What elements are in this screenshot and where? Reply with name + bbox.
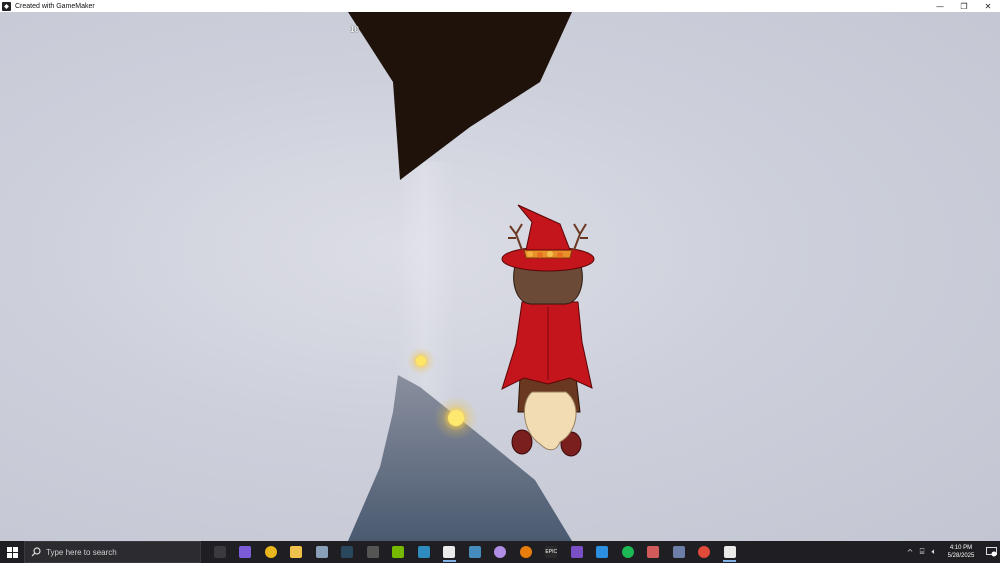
- godot-taskbar-button[interactable]: [462, 541, 488, 563]
- chrome-alt-taskbar-button[interactable]: [692, 541, 718, 563]
- visual-studio-taskbar-button[interactable]: [564, 541, 590, 563]
- witch-player-character: [501, 204, 595, 457]
- clock-time: 4:10 PM: [949, 545, 973, 551]
- taskbar-clock[interactable]: 4:10 PM 5/28/2025: [944, 544, 978, 560]
- windows-taskbar: Type here to search EPIC ^ ⌸ 🔈︎ 4:10 PM …: [0, 541, 1000, 563]
- cloud-app-icon: [647, 546, 660, 558]
- file-explorer-taskbar-button[interactable]: [284, 541, 310, 563]
- discord-icon: [494, 546, 507, 558]
- cloud-app-taskbar-button[interactable]: [641, 541, 667, 563]
- taskbar-search-box[interactable]: Type here to search: [24, 541, 201, 563]
- minimize-button[interactable]: —: [928, 0, 952, 12]
- steam-icon: [341, 546, 354, 558]
- blender-taskbar-button[interactable]: [513, 541, 539, 563]
- window-controls: — ❐ ✕: [928, 0, 1000, 12]
- vscode-icon: [596, 546, 609, 558]
- close-button[interactable]: ✕: [976, 0, 1000, 12]
- visual-studio-icon: [570, 546, 583, 558]
- system-tray: ^ ⌸ 🔈︎ 4:10 PM 5/28/2025: [904, 541, 1000, 563]
- task-view-taskbar-button[interactable]: [207, 541, 233, 563]
- file-explorer-icon: [290, 546, 303, 558]
- files-icon: [315, 546, 328, 558]
- blender-icon: [519, 546, 532, 558]
- restore-button[interactable]: ❐: [952, 0, 976, 12]
- chevron-up-icon[interactable]: ^: [904, 541, 916, 563]
- vscode-taskbar-button[interactable]: [590, 541, 616, 563]
- search-icon: [31, 547, 41, 557]
- glow-orb-small-core: [416, 356, 426, 366]
- window-titlebar: Created with GameMaker — ❐ ✕: [0, 0, 1000, 12]
- search-placeholder: Type here to search: [46, 547, 117, 557]
- nvidia-taskbar-button[interactable]: [386, 541, 412, 563]
- spotify-taskbar-button[interactable]: [615, 541, 641, 563]
- start-button[interactable]: [0, 541, 24, 563]
- chrome-alt-icon: [698, 546, 711, 558]
- nvidia-icon: [392, 546, 405, 558]
- calculator-taskbar-button[interactable]: [666, 541, 692, 563]
- window-title: Created with GameMaker: [15, 2, 95, 10]
- network-icon[interactable]: ⌸: [916, 541, 928, 563]
- ceiling-rock: [348, 12, 572, 180]
- steam-taskbar-button[interactable]: [335, 541, 361, 563]
- git-icon: [417, 546, 430, 558]
- notification-button[interactable]: [982, 541, 1000, 563]
- git-taskbar-button[interactable]: [411, 541, 437, 563]
- volume-icon[interactable]: 🔈︎: [928, 541, 940, 563]
- chrome-taskbar-button[interactable]: [258, 541, 284, 563]
- game-scene: [348, 12, 595, 541]
- glow-orb-large-core: [448, 410, 464, 426]
- epic-icon: EPIC: [545, 546, 558, 558]
- gamemaker-taskbar-button[interactable]: [437, 541, 463, 563]
- calculator-icon: [672, 546, 685, 558]
- task-view-icon: [213, 546, 226, 558]
- clock-date: 5/28/2025: [947, 553, 975, 559]
- spotify-icon: [621, 546, 634, 558]
- news-taskbar-button[interactable]: [233, 541, 259, 563]
- game-viewport[interactable]: 10: [0, 12, 1000, 541]
- windows-logo-icon: [6, 546, 18, 558]
- app-taskbar-button[interactable]: [360, 541, 386, 563]
- news-icon: [239, 546, 252, 558]
- gamemaker-logo-icon: [2, 1, 11, 11]
- discord-taskbar-button[interactable]: [488, 541, 514, 563]
- app-icon: [366, 546, 379, 558]
- gamemaker-runner-taskbar-button[interactable]: [717, 541, 743, 563]
- godot-icon: [468, 546, 481, 558]
- score-counter: 10: [350, 25, 359, 34]
- notification-icon: [985, 547, 997, 557]
- chrome-icon: [264, 546, 277, 558]
- gamemaker-runner-icon: [723, 546, 736, 558]
- files-taskbar-button[interactable]: [309, 541, 335, 563]
- gamemaker-icon: [443, 546, 456, 558]
- epic-taskbar-button[interactable]: EPIC: [539, 541, 565, 563]
- taskbar-app-list: EPIC: [207, 541, 743, 563]
